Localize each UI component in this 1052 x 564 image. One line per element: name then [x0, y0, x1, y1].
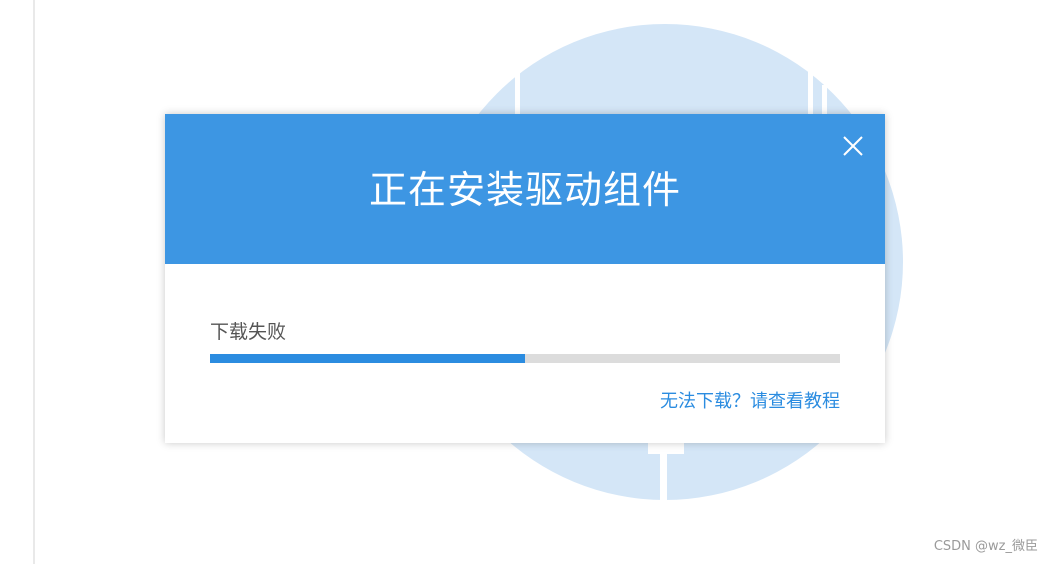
download-progress-fill: [210, 354, 525, 363]
close-icon: [843, 136, 863, 156]
download-help-link[interactable]: 无法下载？请查看教程: [660, 390, 840, 414]
download-status: 下载失败: [210, 321, 287, 343]
install-dialog: 正在安装驱动组件 下载失败 无法下载？请查看教程: [165, 114, 885, 443]
dialog-title: 正在安装驱动组件: [368, 168, 681, 212]
download-progress-bar: [210, 354, 840, 363]
close-button[interactable]: [837, 130, 869, 162]
page: 正在安装驱动组件 下载失败 无法下载？请查看教程 CSDN @wz_微臣: [0, 0, 1052, 564]
csdn-watermark: CSDN @wz_微臣: [933, 539, 1038, 554]
dialog-header: 正在安装驱动组件: [165, 114, 885, 264]
